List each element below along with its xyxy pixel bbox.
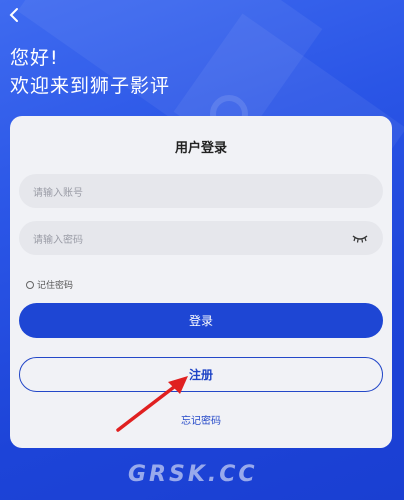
annotation-arrow-icon (116, 376, 188, 432)
remember-label: 记住密码 (37, 281, 74, 291)
back-button[interactable] (4, 4, 24, 26)
chevron-left-icon (9, 8, 18, 22)
remember-password-option[interactable]: 记住密码 (26, 278, 73, 291)
forgot-password-link[interactable]: 忘记密码 (10, 412, 392, 427)
register-button-label: 注册 (188, 368, 213, 382)
account-placeholder: 请输入账号 (33, 187, 83, 199)
login-card: 用户登录 请输入账号 请输入密码 记住密码 登录 注册 忘记密码 (10, 116, 392, 448)
account-input[interactable]: 请输入账号 (19, 174, 383, 208)
password-placeholder: 请输入密码 (33, 234, 83, 246)
watermark: GRSK.CC (128, 462, 258, 487)
greeting-line-2: 欢迎来到狮子影评 (10, 75, 171, 97)
radio-icon[interactable] (26, 280, 34, 289)
login-button[interactable]: 登录 (19, 303, 383, 338)
greeting-line-1: 您好! (10, 47, 59, 69)
login-button-label: 登录 (188, 314, 213, 328)
register-button[interactable]: 注册 (19, 357, 383, 392)
card-title: 用户登录 (174, 141, 227, 156)
greeting: 您好! 欢迎来到狮子影评 (10, 44, 170, 100)
eye-closed-icon[interactable] (351, 233, 369, 243)
password-input[interactable]: 请输入密码 (19, 221, 383, 255)
